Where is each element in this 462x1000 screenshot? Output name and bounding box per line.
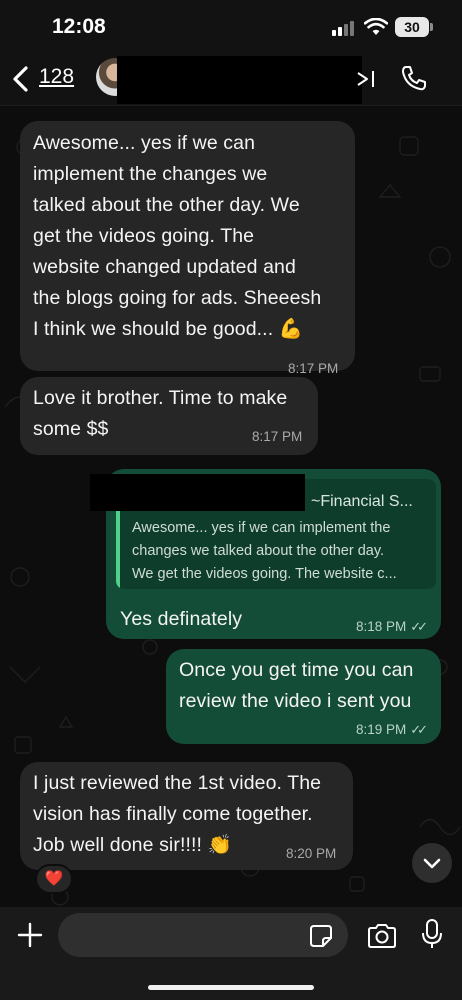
message-timestamp: 8:19 PM ✓✓ [356, 722, 428, 737]
microphone-icon[interactable] [421, 918, 443, 950]
chevron-down-icon [423, 858, 441, 869]
message-bubble-incoming[interactable]: Love it brother. Time to make some $$ 8:… [20, 377, 318, 455]
status-bar: 12:08 30 [0, 0, 462, 56]
heart-icon: ❤️ [44, 870, 64, 887]
message-bubble-outgoing[interactable]: Once you get time you can review the vid… [166, 649, 441, 744]
video-camera-icon[interactable] [356, 68, 376, 90]
message-timestamp: 8:18 PM ✓✓ [356, 619, 428, 634]
battery-indicator: 30 [395, 17, 433, 37]
message-bubble-incoming[interactable]: I just reviewed the 1st video. The visio… [20, 762, 353, 870]
message-text: Awesome... yes if we can implement the c… [33, 132, 322, 340]
message-timestamp: 8:17 PM [252, 429, 303, 444]
sticker-icon[interactable] [309, 924, 333, 948]
plus-icon[interactable] [16, 921, 44, 949]
reply-text: Awesome... yes if we can implement the c… [132, 520, 397, 582]
camera-icon[interactable] [366, 922, 398, 950]
wifi-icon [364, 18, 388, 35]
message-bubble-incoming[interactable]: Awesome... yes if we can implement the c… [20, 121, 355, 376]
reply-author: ~Financial S... [311, 493, 413, 510]
chat-header: 128 [0, 56, 462, 106]
message-input-bar [0, 907, 462, 1000]
phone-icon[interactable] [400, 64, 428, 92]
message-text: Once you get time you can review the vid… [179, 659, 414, 712]
chat-messages-area[interactable]: Awesome... yes if we can implement the c… [0, 107, 462, 907]
message-timestamp: 8:20 PM [286, 846, 337, 861]
message-text: Yes definately [120, 608, 243, 630]
message-timestamp: 8:17 PM [288, 361, 339, 376]
read-receipt-icon: ✓✓ [410, 619, 428, 634]
chevron-left-icon[interactable] [10, 65, 32, 93]
message-input[interactable] [58, 913, 348, 957]
heart-reaction-badge[interactable]: ❤️ [35, 864, 73, 894]
redacted-reply-author [90, 474, 305, 511]
redacted-contact-name[interactable] [117, 56, 362, 104]
status-time: 12:08 [52, 15, 106, 38]
home-indicator [148, 985, 314, 990]
read-receipt-icon: ✓✓ [410, 722, 428, 737]
cellular-signal-icon [332, 20, 358, 36]
back-unread-count[interactable]: 128 [39, 65, 74, 89]
scroll-to-bottom-button[interactable] [412, 843, 452, 883]
